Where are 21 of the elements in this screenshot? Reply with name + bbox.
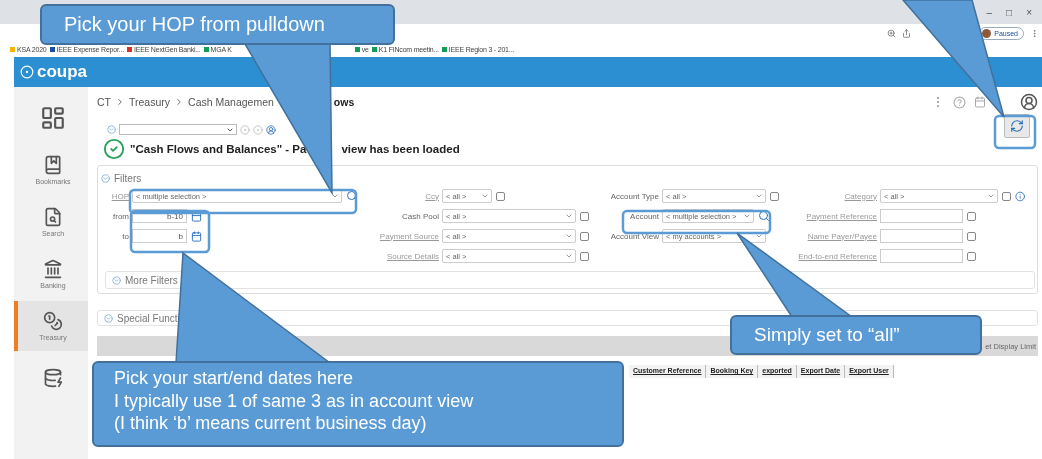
filters-toggle[interactable]: Filters — [101, 173, 142, 184]
filter-label: Account — [629, 211, 659, 221]
window-control[interactable]: □ — [1006, 6, 1013, 18]
date-field[interactable]: b — [132, 229, 187, 243]
status-message: view has been loaded — [341, 143, 460, 155]
breadcrumb-link[interactable]: Treasury — [129, 96, 171, 108]
filter-label: Cash Pool — [401, 211, 439, 221]
more-filters-toggle[interactable]: More Filters — [112, 274, 178, 286]
breadcrumb-link[interactable]: Cash Managemen — [188, 96, 274, 108]
filter-label: Account Type — [609, 191, 659, 201]
app-logo[interactable]: coupa — [20, 62, 88, 82]
filter-label: to — [121, 231, 129, 241]
filter-label: from — [112, 211, 129, 221]
status-message: "Cash Flows and Balances" - Pa — [130, 143, 307, 155]
filter-label: Account View — [609, 231, 659, 241]
callout-note: Simply set to “all” — [730, 315, 982, 355]
breadcrumb-link[interactable]: ows — [333, 96, 355, 108]
window-control[interactable]: – — [986, 6, 993, 18]
breadcrumb-link[interactable]: CT — [97, 96, 111, 108]
window-control[interactable]: × — [1026, 6, 1032, 18]
callout-note: Pick your HOP from pulldown — [40, 4, 395, 45]
